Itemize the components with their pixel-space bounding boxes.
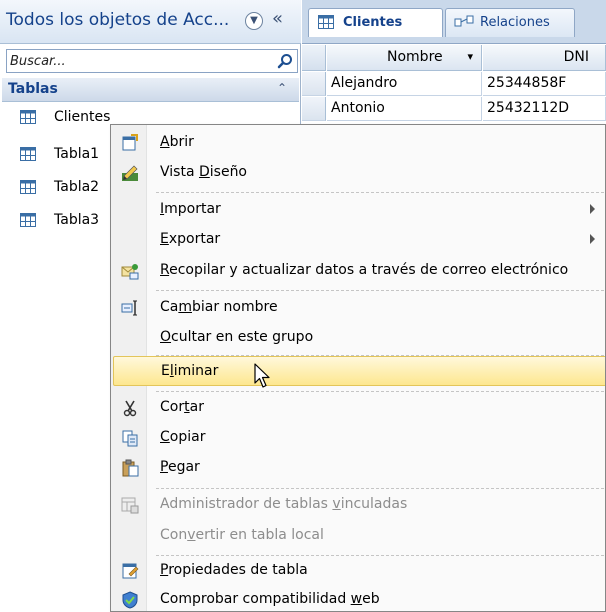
mouse-cursor-icon [254,363,270,388]
menu-item-administrador-tablas-vinculadas: Administrador de tablas vinculadas [113,490,605,520]
table-icon [20,110,36,124]
nav-item-label: Tabla1 [54,146,100,162]
context-menu: Abrir Vista Diseño Importar Exportar Rec… [110,124,606,612]
tab-label: Clientes [343,15,403,30]
menu-item-recopilar-datos[interactable]: Recopilar y actualizar datos a través de… [113,256,605,286]
search-input[interactable] [7,50,271,72]
row-selector[interactable] [302,97,326,121]
web-compat-icon [122,591,138,609]
menu-item-label: Administrador de tablas vinculadas [160,496,408,512]
sort-dropdown-icon[interactable]: ▾ [467,45,473,69]
table-icon [20,213,36,227]
collapse-pane-icon[interactable]: « [272,8,283,29]
menu-item-label: Propiedades de tabla [160,562,308,578]
menu-item-label: Importar [160,201,221,217]
table-cell[interactable]: Alejandro [327,72,482,96]
menu-item-label: Comprobar compatibilidad web [160,591,380,607]
table-icon [318,15,334,29]
linked-table-manager-icon [121,497,139,514]
menu-separator [156,192,604,193]
design-view-icon [122,165,138,181]
menu-item-pegar[interactable]: Pegar [113,453,605,483]
menu-item-label: Copiar [160,429,206,445]
table-cell[interactable]: Antonio [327,97,482,121]
table-cell[interactable]: 25344858F [483,72,606,96]
menu-item-copiar[interactable]: Copiar [113,423,605,453]
submenu-arrow-icon [590,204,595,214]
menu-item-comprobar-compatibilidad-web[interactable]: Comprobar compatibilidad web [113,585,605,611]
menu-item-label: Ocultar en este grupo [160,329,314,345]
chevron-up-double-icon[interactable]: ⌃ [277,81,287,95]
table-properties-icon [122,563,139,579]
rename-icon [121,300,137,316]
menu-item-exportar[interactable]: Exportar [113,225,605,255]
menu-item-label: Cambiar nombre [160,299,278,315]
collect-data-icon [121,264,139,280]
column-header-nombre[interactable]: Nombre ▾ [327,45,482,71]
paste-icon [122,459,139,477]
open-icon [122,134,138,151]
menu-item-propiedades-tabla[interactable]: Propiedades de tabla [113,556,605,586]
document-tabs: Clientes Relaciones [302,0,606,44]
submenu-arrow-icon [590,234,595,244]
row-selector[interactable] [302,72,326,96]
column-header-dni[interactable]: DNI [483,45,606,71]
menu-item-label: Convertir en tabla local [160,527,324,543]
menu-separator [156,391,604,392]
datasheet: Nombre ▾ DNI Alejandro 25344858F Antonio… [302,45,606,125]
menu-item-ocultar-grupo[interactable]: Ocultar en este grupo [113,323,605,353]
table-icon [20,180,36,194]
menu-item-label: Eliminar [161,363,219,379]
tab-relaciones[interactable]: Relaciones [445,8,575,37]
menu-separator [156,290,604,291]
group-title: Tablas [8,81,58,97]
copy-icon [122,430,138,447]
menu-item-cambiar-nombre[interactable]: Cambiar nombre [113,293,605,323]
nav-pane-title[interactable]: Todos los objetos de Acc... [6,10,229,30]
menu-item-abrir[interactable]: Abrir [113,128,605,158]
column-header-label: DNI [563,49,589,65]
search-icon[interactable] [277,53,293,69]
table-cell[interactable]: 25432112D [483,97,606,121]
chevron-down-icon[interactable]: ▼ [245,12,263,30]
menu-item-convertir-tabla-local: Convertir en tabla local [113,521,605,551]
select-all-cell[interactable] [302,45,326,71]
nav-item-label: Clientes [54,109,111,125]
table-icon [20,147,36,161]
menu-item-label: Recopilar y actualizar datos a través de… [160,262,569,278]
menu-item-eliminar[interactable]: Eliminar [113,356,605,386]
menu-item-importar[interactable]: Importar [113,195,605,225]
menu-item-label: Exportar [160,231,221,247]
column-header-label: Nombre [387,49,443,65]
menu-item-cortar[interactable]: Cortar [113,393,605,423]
nav-pane-header[interactable]: Todos los objetos de Acc... ▼ « [0,0,301,44]
nav-item-label: Tabla3 [54,212,100,228]
menu-item-label: Cortar [160,399,204,415]
tab-label: Relaciones [480,15,550,30]
tab-clientes[interactable]: Clientes [308,8,443,37]
relationships-icon [454,15,474,27]
menu-separator [156,488,604,489]
menu-item-label: Abrir [160,134,194,150]
search-box [6,49,298,73]
nav-item-label: Tabla2 [54,179,100,195]
menu-item-label: Vista Diseño [160,164,248,180]
group-header-tablas[interactable]: Tablas ⌃ [2,78,299,102]
cut-icon [123,400,137,417]
menu-item-vista-diseno[interactable]: Vista Diseño [113,158,605,188]
menu-item-label: Pegar [160,459,200,475]
